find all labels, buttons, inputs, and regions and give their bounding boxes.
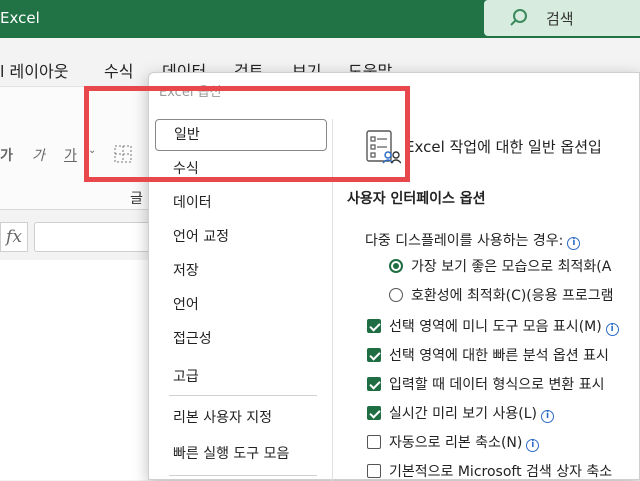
radio-button[interactable]	[389, 259, 403, 273]
checkbox-quick-analysis[interactable]: 선택 영역에 대한 빠른 분석 옵션 표시	[367, 346, 609, 366]
checkbox[interactable]	[367, 464, 381, 478]
checkbox-label: 선택 영역에 대한 빠른 분석 옵션 표시	[389, 348, 609, 364]
search-box[interactable]: 검색	[484, 0, 640, 36]
radio-optimize-compatibility[interactable]: 호환성에 최적화(C)(응용 프로그램	[389, 286, 614, 306]
app-title: Excel	[0, 9, 40, 27]
title-bar: Excel 검색	[0, 0, 640, 38]
info-icon[interactable]: i	[567, 237, 581, 250]
checkbox-label: 기본적으로 Microsoft 검색 상자 축소	[389, 464, 613, 479]
checkbox[interactable]	[367, 348, 381, 362]
checkbox-collapse-search-box[interactable]: 기본적으로 Microsoft 검색 상자 축소	[367, 462, 612, 479]
insert-function-icon[interactable]: fx	[0, 222, 28, 252]
checkbox[interactable]	[367, 377, 381, 391]
nav-divider	[169, 475, 317, 476]
info-icon[interactable]: i	[526, 439, 540, 452]
multi-display-row: 다중 디스플레이를 사용하는 경우: i	[365, 231, 581, 251]
pane-header: Excel 작업에 대한 일반 옵션입	[405, 138, 602, 156]
search-label: 검색	[546, 10, 574, 28]
multi-display-label: 다중 디스플레이를 사용하는 경우:	[365, 233, 564, 249]
tab-formulas[interactable]: 수식	[104, 58, 133, 82]
italic-button[interactable]: 가	[32, 145, 45, 165]
nav-item-accessibility[interactable]: 접근성	[155, 324, 327, 356]
checkbox[interactable]	[367, 319, 381, 333]
checkbox-data-type-convert[interactable]: 입력할 때 데이터 형식으로 변환 표시	[367, 375, 604, 395]
bold-button[interactable]: 가	[0, 145, 13, 165]
checkbox-mini-toolbar[interactable]: 선택 영역에 미니 도구 모음 표시(M) i	[367, 317, 619, 337]
nav-item-data[interactable]: 데이터	[155, 188, 327, 220]
info-icon[interactable]: i	[605, 323, 619, 336]
tab-page-layout[interactable]: l 레이아웃	[0, 58, 68, 82]
checkbox-label: 자동으로 리본 축소(N)	[389, 435, 523, 451]
checkbox-label: 입력할 때 데이터 형식으로 변환 표시	[389, 377, 605, 393]
nav-item-proofing[interactable]: 언어 교정	[155, 222, 327, 254]
nav-item-quick-access-toolbar[interactable]: 빠른 실행 도구 모음	[155, 439, 327, 471]
checkbox[interactable]	[367, 406, 381, 420]
nav-divider	[169, 395, 317, 396]
checkbox-label: 실시간 미리 보기 사용(L)	[389, 406, 537, 422]
nav-item-save[interactable]: 저장	[155, 256, 327, 288]
nav-item-customize-ribbon[interactable]: 리본 사용자 지정	[155, 403, 327, 435]
section-ui-options: 사용자 인터페이스 옵션	[347, 191, 486, 207]
nav-item-advanced[interactable]: 고급	[155, 362, 327, 394]
checkbox-live-preview[interactable]: 실시간 미리 보기 사용(L) i	[367, 404, 554, 424]
radio-button[interactable]	[389, 288, 403, 302]
underline-button[interactable]: 가	[64, 145, 77, 165]
checkbox-label: 선택 영역에 미니 도구 모음 표시(M)	[389, 319, 602, 335]
radio-optimize-appearance[interactable]: 가장 보기 좋은 모습으로 최적화(A	[389, 257, 611, 277]
search-icon	[510, 9, 527, 26]
font-group-label: 글	[130, 191, 143, 207]
checkbox-auto-collapse-ribbon[interactable]: 자동으로 리본 축소(N) i	[367, 433, 540, 453]
highlight-box	[84, 86, 410, 182]
checkbox[interactable]	[367, 435, 381, 449]
nav-item-language[interactable]: 언어	[155, 290, 327, 322]
radio-label: 가장 보기 좋은 모습으로 최적화(A	[411, 259, 612, 275]
radio-label: 호환성에 최적화(C)(응용 프로그램	[411, 288, 614, 304]
info-icon[interactable]: i	[541, 410, 554, 423]
